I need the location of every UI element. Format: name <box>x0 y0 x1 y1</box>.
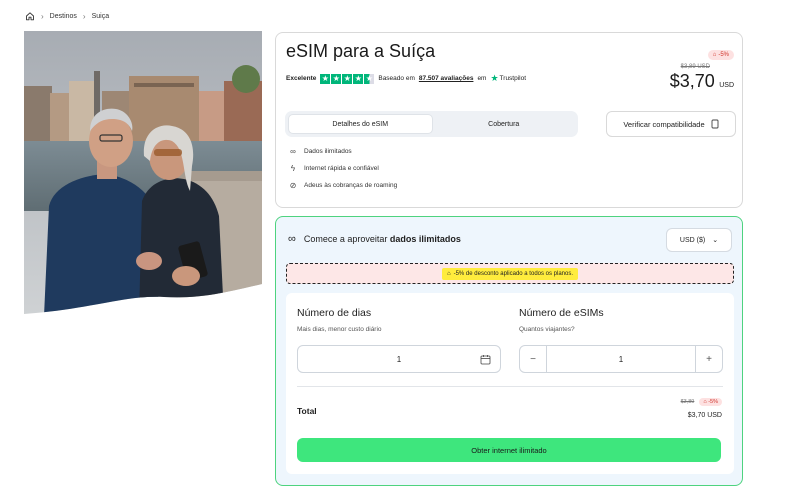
total-old-price: $3,89 <box>680 399 695 405</box>
feature-label: Internet rápida e confiável <box>304 165 379 172</box>
star-icon: ★ <box>331 73 342 84</box>
infinity-icon: ∞ <box>290 147 296 156</box>
currency-select[interactable]: USD ($) ⌄ <box>666 228 732 252</box>
price-currency: USD <box>719 82 734 89</box>
esims-value[interactable]: 1 <box>547 346 695 372</box>
product-card: eSIM para a Suíça Excelente ★ ★ ★ ★ ★ Ba… <box>275 32 743 208</box>
trustpilot-stars: ★ ★ ★ ★ ★ <box>320 73 375 84</box>
trustpilot-text: Trustpilot <box>499 75 527 82</box>
chevron-right-icon: › <box>41 11 44 21</box>
discount-badge: ⌂ -5% <box>707 50 734 60</box>
on-text: em <box>477 75 487 82</box>
promo-banner: ⌂ -5% de desconto aplicado a todos os pl… <box>286 263 734 284</box>
rating-label: Excelente <box>286 75 317 82</box>
page-title: eSIM para a Suíça <box>286 41 436 61</box>
feature-item: ϟ Internet rápida e confiável <box>288 160 397 177</box>
tab-coverage[interactable]: Cobertura <box>433 114 576 134</box>
config-heading-text: Comece a aproveitar dados ilimitados <box>303 234 461 244</box>
breadcrumb-destinos[interactable]: Destinos <box>50 13 77 20</box>
esims-stepper: − 1 + <box>519 345 723 373</box>
tag-icon: ⌂ <box>712 52 717 58</box>
breadcrumb-current: Suiça <box>91 12 110 20</box>
divider <box>297 386 723 387</box>
price-amount: $3,70 <box>669 71 715 91</box>
infinity-icon: ∞ <box>288 233 296 245</box>
chevron-right-icon: › <box>82 11 86 21</box>
home-icon[interactable] <box>25 11 35 21</box>
phone-icon <box>711 119 719 129</box>
price-area: ⌂ -5% $3,89 USD $3,70 USD <box>654 43 734 92</box>
rating-row: Excelente ★ ★ ★ ★ ★ Baseado em 87.507 av… <box>286 73 526 84</box>
config-heading: ∞ Comece a aproveitar dados ilimitados <box>288 233 461 245</box>
feature-list: ∞ Dados ilimitados ϟ Internet rápida e c… <box>288 143 398 194</box>
based-on-text: Baseado em <box>378 75 415 82</box>
compat-label: Verificar compatibilidade <box>623 119 705 129</box>
star-icon: ★ <box>320 73 331 84</box>
star-icon: ★ <box>342 73 353 84</box>
trustpilot-star-icon: ★ <box>490 73 499 83</box>
increment-button[interactable]: + <box>695 346 722 372</box>
tab-esim-details[interactable]: Detalhes do eSIM <box>288 114 433 134</box>
feature-item: ∞ Dados ilimitados <box>288 143 397 160</box>
lightning-icon: ϟ <box>290 164 296 173</box>
total-price: $3,89 ⌂ -5% $3,70 USD <box>681 398 722 419</box>
current-price: $3,70 USD <box>654 71 734 92</box>
breadcrumb: › Destinos › Suiça <box>25 10 109 22</box>
plan-config-card: ∞ Comece a aproveitar dados ilimitados U… <box>275 216 743 486</box>
feature-item: ⊘ Adeus às cobranças de roaming <box>288 177 398 194</box>
days-input[interactable]: 1 <box>297 345 501 373</box>
no-roaming-icon: ⊘ <box>289 181 297 190</box>
trustpilot-logo: ★ Trustpilot <box>490 73 526 84</box>
esims-title: Número de eSIMs <box>519 307 604 319</box>
total-new-price: $3,70 USD <box>687 412 722 419</box>
feature-label: Dados ilimitados <box>304 148 352 155</box>
esims-subtitle: Quantos viajantes? <box>519 326 575 333</box>
calendar-icon[interactable] <box>480 354 491 365</box>
plan-form: Número de dias Mais dias, menor custo di… <box>286 293 734 474</box>
days-subtitle: Mais dias, menor custo diário <box>297 326 382 333</box>
star-half-icon: ★ <box>364 73 375 84</box>
decrement-button[interactable]: − <box>520 346 547 372</box>
currency-value: USD ($) <box>679 236 706 244</box>
tag-icon: ⌂ <box>446 270 451 277</box>
feature-label: Adeus às cobranças de roaming <box>304 182 398 189</box>
old-price: $3,89 USD <box>680 64 710 70</box>
discount-text: -5% <box>718 52 729 58</box>
star-icon: ★ <box>353 73 364 84</box>
promo-text: ⌂ -5% de desconto aplicado a todos os pl… <box>441 267 579 280</box>
detail-tabs: Detalhes do eSIM Cobertura <box>285 111 578 137</box>
total-label: Total <box>297 406 317 416</box>
total-discount-badge: ⌂ -5% <box>699 398 722 406</box>
days-value: 1 <box>396 354 402 364</box>
hero-photo <box>24 31 262 316</box>
reviews-link[interactable]: 87.507 avaliações <box>419 75 474 82</box>
chevron-down-icon: ⌄ <box>712 237 719 244</box>
days-title: Número de dias <box>297 307 372 319</box>
get-internet-button[interactable]: Obter internet ilimitado <box>297 438 721 462</box>
check-compatibility-button[interactable]: Verificar compatibilidade <box>606 111 736 137</box>
